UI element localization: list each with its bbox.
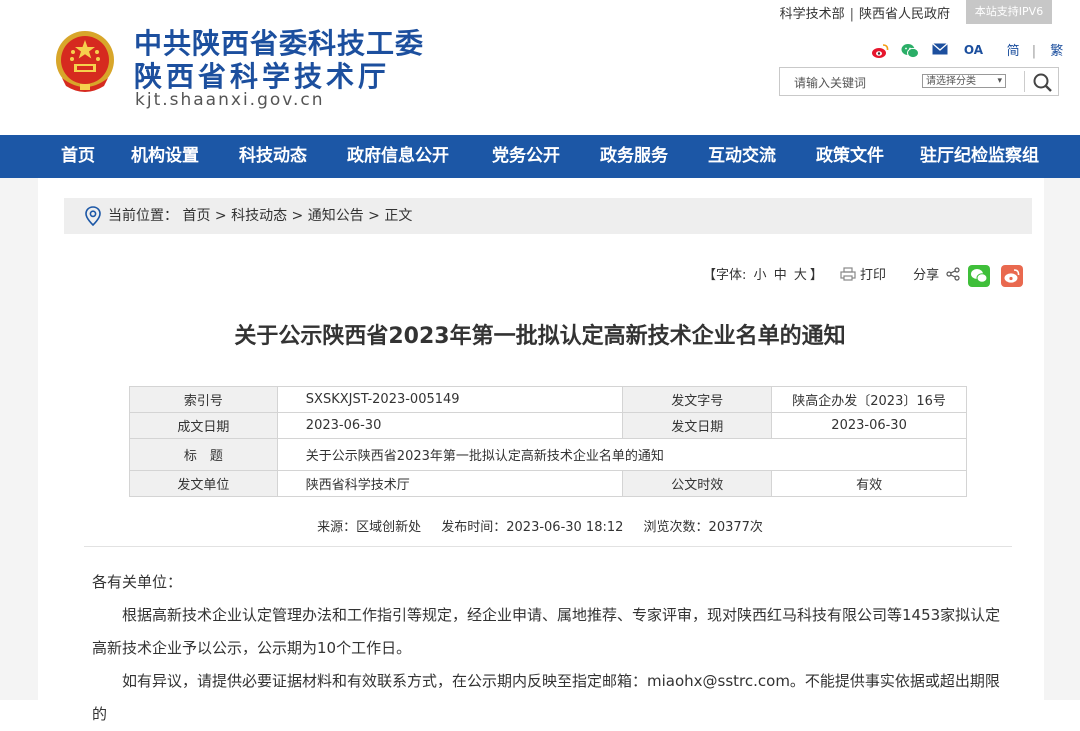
- nav-item-gov-info[interactable]: 政府信息公开: [347, 135, 449, 178]
- lang-simplified-link[interactable]: 简: [1007, 44, 1020, 59]
- top-links: 科学技术部 | 陕西省人民政府: [780, 3, 950, 22]
- nav-item-policy-docs[interactable]: 政策文件: [816, 135, 884, 178]
- breadcrumb-path[interactable]: 首页 > 科技动态 > 通知公告 > 正文: [182, 208, 412, 224]
- article-tools: 【字体: 小 中 大】 打印 分享: [703, 264, 1023, 288]
- article-salutation: 各有关单位：: [92, 573, 183, 591]
- meta-label-subject: 标 题: [129, 438, 278, 471]
- ipv6-badge: 本站支持IPV6: [966, 0, 1052, 24]
- font-size-small[interactable]: 小: [754, 268, 767, 283]
- meta-value-validity: 有效: [771, 470, 967, 497]
- nav-item-home[interactable]: 首页: [61, 135, 95, 178]
- meta-value-index: SXSKXJST-2023-005149: [276, 386, 624, 413]
- meta-value-docno: 陕高企办发〔2023〕16号: [771, 386, 967, 413]
- weibo-icon[interactable]: [870, 43, 890, 61]
- main-nav: 首页 机构设置 科技动态 政府信息公开 党务公开 政务服务 互动交流 政策文件 …: [0, 135, 1080, 178]
- font-size-label: 【字体:: [703, 268, 747, 283]
- meta-label-validity: 公文时效: [622, 470, 773, 497]
- search-box: 请输入关键词 请选择分类 ▾: [779, 67, 1059, 96]
- breadcrumb-text: 当前位置： 首页 > 科技动态 > 通知公告 > 正文: [108, 198, 412, 234]
- page-side-right: [1044, 178, 1080, 700]
- print-icon[interactable]: [840, 267, 856, 281]
- divider: [84, 546, 1012, 547]
- location-pin-icon: [85, 206, 101, 226]
- link-separator: |: [849, 7, 854, 22]
- search-divider: [1024, 71, 1025, 92]
- article-source-line: 来源：区域创新处 发布时间：2023-06-30 18:12 浏览次数：2037…: [0, 516, 1080, 535]
- category-select-value: 请选择分类: [926, 76, 976, 87]
- chevron-down-icon: ▾: [997, 76, 1002, 86]
- site-domain: kjt.shaanxi.gov.cn: [135, 90, 325, 110]
- article-paragraph: 根据高新技术企业认定管理办法和工作指引等规定，经企业申请、属地推荐、专家评审，现…: [92, 606, 1001, 657]
- nav-item-gov-services[interactable]: 政务服务: [600, 135, 668, 178]
- document-metadata-table: 索引号 SXSKXJST-2023-005149 发文字号 陕高企办发〔2023…: [129, 386, 968, 497]
- search-input[interactable]: 请输入关键词: [794, 74, 866, 91]
- breadcrumb: 当前位置： 首页 > 科技动态 > 通知公告 > 正文: [64, 198, 1032, 234]
- breadcrumb-label: 当前位置：: [108, 208, 178, 224]
- table-row: 成文日期 2023-06-30 发文日期 2023-06-30: [129, 412, 967, 439]
- oa-icon[interactable]: OA: [960, 43, 986, 61]
- share-wechat-icon[interactable]: [968, 265, 990, 287]
- meta-label-docno: 发文字号: [622, 386, 773, 413]
- table-row: 标 题 关于公示陕西省2023年第一批拟认定高新技术企业名单的通知: [129, 438, 968, 471]
- share-label: 分享: [913, 268, 940, 283]
- article-paragraph: 如有异议，请提供必要证据材料和有效联系方式，在公示期内反映至指定邮箱：miaoh…: [92, 672, 1000, 723]
- article-body: 各有关单位： 根据高新技术企业认定管理办法和工作指引等规定，经企业申请、属地推荐…: [92, 566, 1012, 731]
- nav-item-tech-news[interactable]: 科技动态: [239, 135, 307, 178]
- search-icon[interactable]: [1030, 71, 1056, 93]
- font-size-large[interactable]: 大: [794, 268, 807, 283]
- font-size-end: 】: [809, 268, 823, 283]
- print-button[interactable]: 打印: [860, 268, 886, 283]
- category-select[interactable]: 请选择分类 ▾: [922, 74, 1006, 88]
- logo-title-department[interactable]: 陕西省科学技术厅: [134, 55, 390, 95]
- meta-value-created: 2023-06-30: [276, 412, 624, 439]
- font-size-medium[interactable]: 中: [774, 268, 787, 283]
- nav-item-organization[interactable]: 机构设置: [131, 135, 199, 178]
- email-icon[interactable]: [930, 42, 950, 61]
- article-publish-time: 发布时间：2023-06-30 18:12: [441, 520, 624, 535]
- meta-label-issued: 发文日期: [622, 412, 773, 439]
- nav-item-interaction[interactable]: 互动交流: [708, 135, 776, 178]
- meta-value-issued: 2023-06-30: [771, 412, 967, 439]
- lang-traditional-link[interactable]: 繁: [1050, 44, 1063, 59]
- meta-value-subject: 关于公示陕西省2023年第一批拟认定高新技术企业名单的通知: [276, 438, 968, 471]
- link-provincial-government[interactable]: 陕西省人民政府: [859, 7, 950, 22]
- meta-value-unit: 陕西省科学技术厅: [276, 470, 624, 497]
- page-side-left: [0, 178, 38, 700]
- meta-label-index: 索引号: [129, 386, 278, 413]
- table-row: 发文单位 陕西省科学技术厅 公文时效 有效: [129, 470, 967, 497]
- wechat-icon[interactable]: [900, 43, 920, 61]
- social-bar: OA 简 | 繁: [870, 40, 1063, 60]
- meta-label-created: 成文日期: [129, 412, 278, 439]
- share-icon: [946, 267, 960, 281]
- nav-item-discipline-group[interactable]: 驻厅纪检监察组: [920, 135, 1039, 178]
- nav-item-party-affairs[interactable]: 党务公开: [492, 135, 560, 178]
- lang-separator: |: [1031, 44, 1037, 59]
- article-view-count: 浏览次数：20377次: [643, 520, 763, 535]
- meta-label-unit: 发文单位: [129, 470, 278, 497]
- article-source: 来源：区域创新处: [317, 520, 422, 535]
- national-emblem-icon: [56, 31, 114, 92]
- table-row: 索引号 SXSKXJST-2023-005149 发文字号 陕高企办发〔2023…: [129, 386, 967, 413]
- link-most[interactable]: 科学技术部: [780, 7, 845, 22]
- site-header: 中共陕西省委科技工委 陕西省科学技术厅 kjt.shaanxi.gov.cn 科…: [0, 0, 1080, 135]
- article-title: 关于公示陕西省2023年第一批拟认定高新技术企业名单的通知: [234, 324, 846, 349]
- share-weibo-icon[interactable]: [1001, 265, 1023, 287]
